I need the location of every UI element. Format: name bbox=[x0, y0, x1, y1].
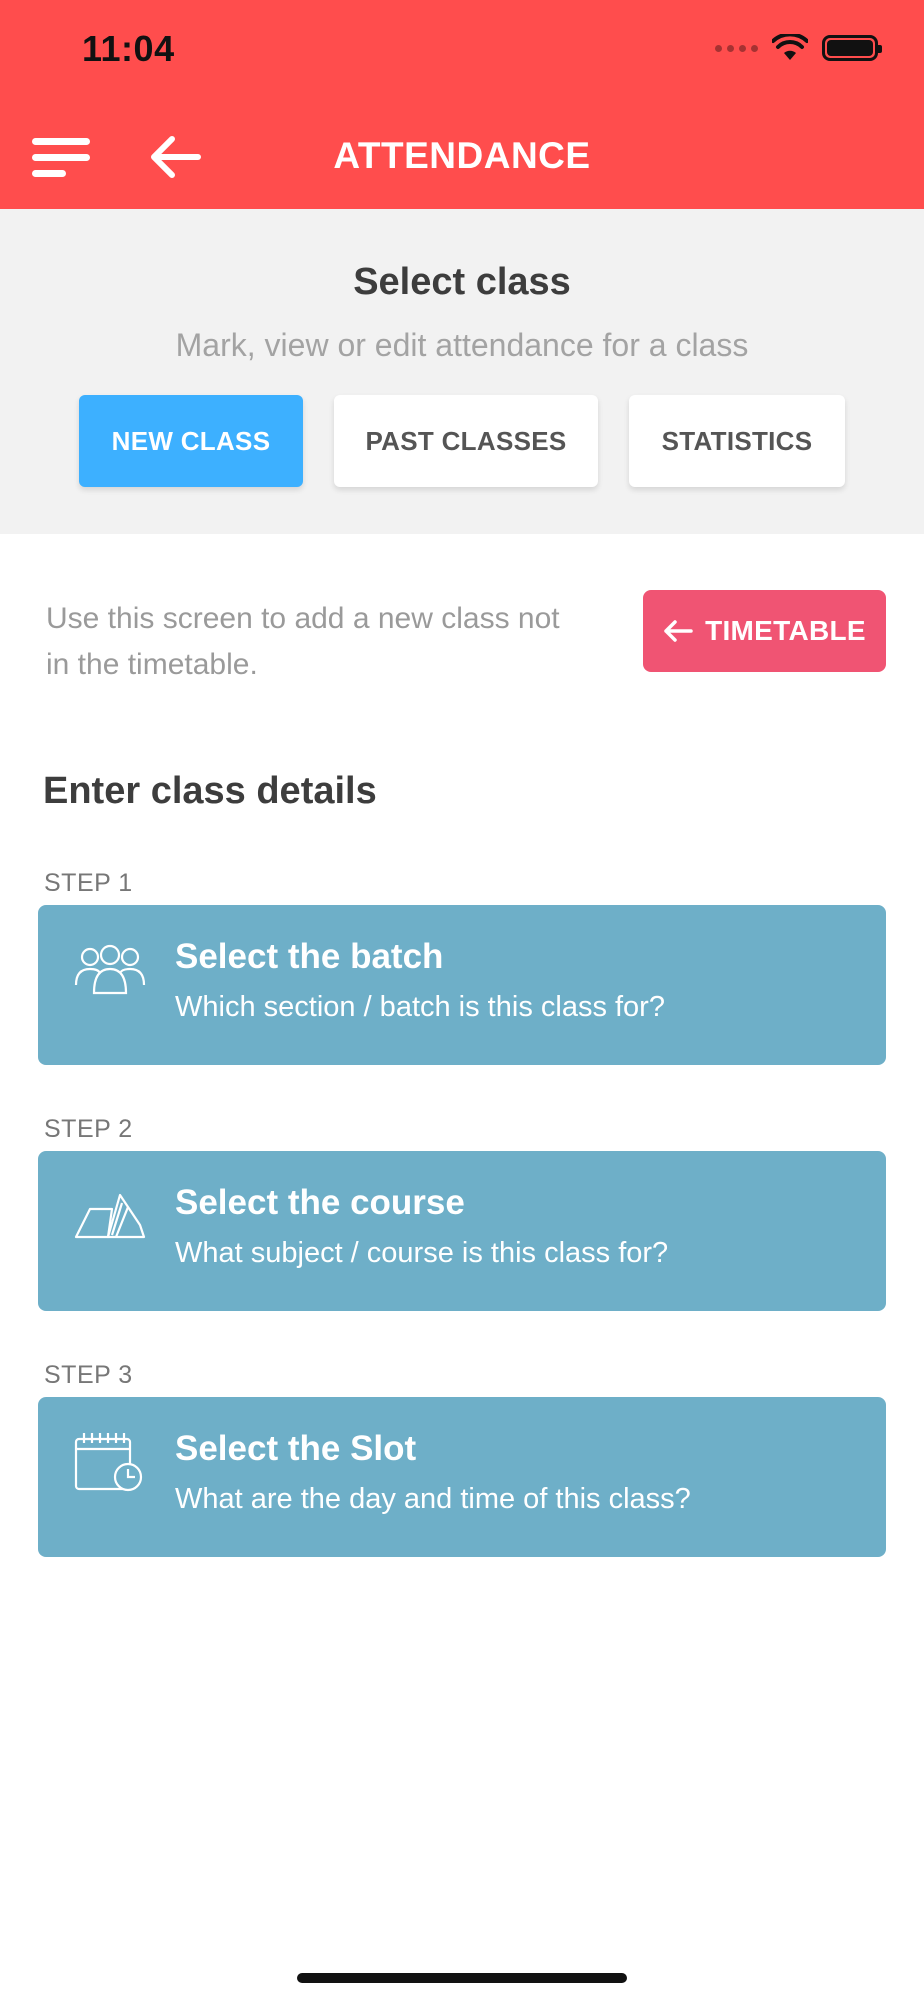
home-indicator[interactable] bbox=[297, 1973, 627, 1983]
timetable-button[interactable]: TIMETABLE bbox=[643, 590, 886, 672]
tab-new-class[interactable]: NEW CLASS bbox=[79, 395, 303, 487]
select-batch-card[interactable]: Select the batch Which section / batch i… bbox=[38, 905, 886, 1065]
status-time: 11:04 bbox=[82, 28, 175, 69]
signal-icon bbox=[715, 44, 758, 52]
select-course-title: Select the course bbox=[175, 1183, 465, 1222]
select-batch-subtitle: Which section / batch is this class for? bbox=[175, 991, 665, 1023]
arrow-left-icon bbox=[664, 620, 693, 642]
wifi-icon bbox=[772, 34, 808, 60]
select-slot-title: Select the Slot bbox=[175, 1429, 417, 1468]
step-1-label: STEP 1 bbox=[44, 869, 133, 897]
group-people-icon bbox=[74, 944, 146, 995]
select-class-subtitle: Mark, view or edit attendance for a clas… bbox=[175, 327, 749, 363]
step-2-label: STEP 2 bbox=[44, 1115, 133, 1143]
open-book-icon bbox=[74, 1193, 146, 1239]
step-3-label: STEP 3 bbox=[44, 1361, 133, 1389]
tab-statistics[interactable]: STATISTICS bbox=[629, 395, 845, 487]
page-title: ATTENDANCE bbox=[333, 135, 591, 176]
info-text: Use this screen to add a new class not i… bbox=[46, 602, 560, 681]
timetable-button-label: TIMETABLE bbox=[705, 615, 866, 646]
select-slot-subtitle: What are the day and time of this class? bbox=[175, 1483, 691, 1515]
select-class-title: Select class bbox=[353, 261, 571, 303]
battery-icon bbox=[822, 35, 882, 61]
select-batch-title: Select the batch bbox=[175, 937, 444, 976]
select-course-card[interactable]: Select the course What subject / course … bbox=[38, 1151, 886, 1311]
select-course-subtitle: What subject / course is this class for? bbox=[175, 1237, 669, 1269]
tab-past-classes[interactable]: PAST CLASSES bbox=[334, 395, 598, 487]
calendar-clock-icon bbox=[74, 1433, 143, 1492]
status-icons bbox=[715, 34, 882, 62]
app-header: 11:04 ATTENDANCE bbox=[0, 0, 924, 209]
select-slot-card[interactable]: Select the Slot What are the day and tim… bbox=[38, 1397, 886, 1557]
class-details-title: Enter class details bbox=[43, 770, 377, 812]
select-class-panel: Select class Mark, view or edit attendan… bbox=[0, 209, 924, 534]
